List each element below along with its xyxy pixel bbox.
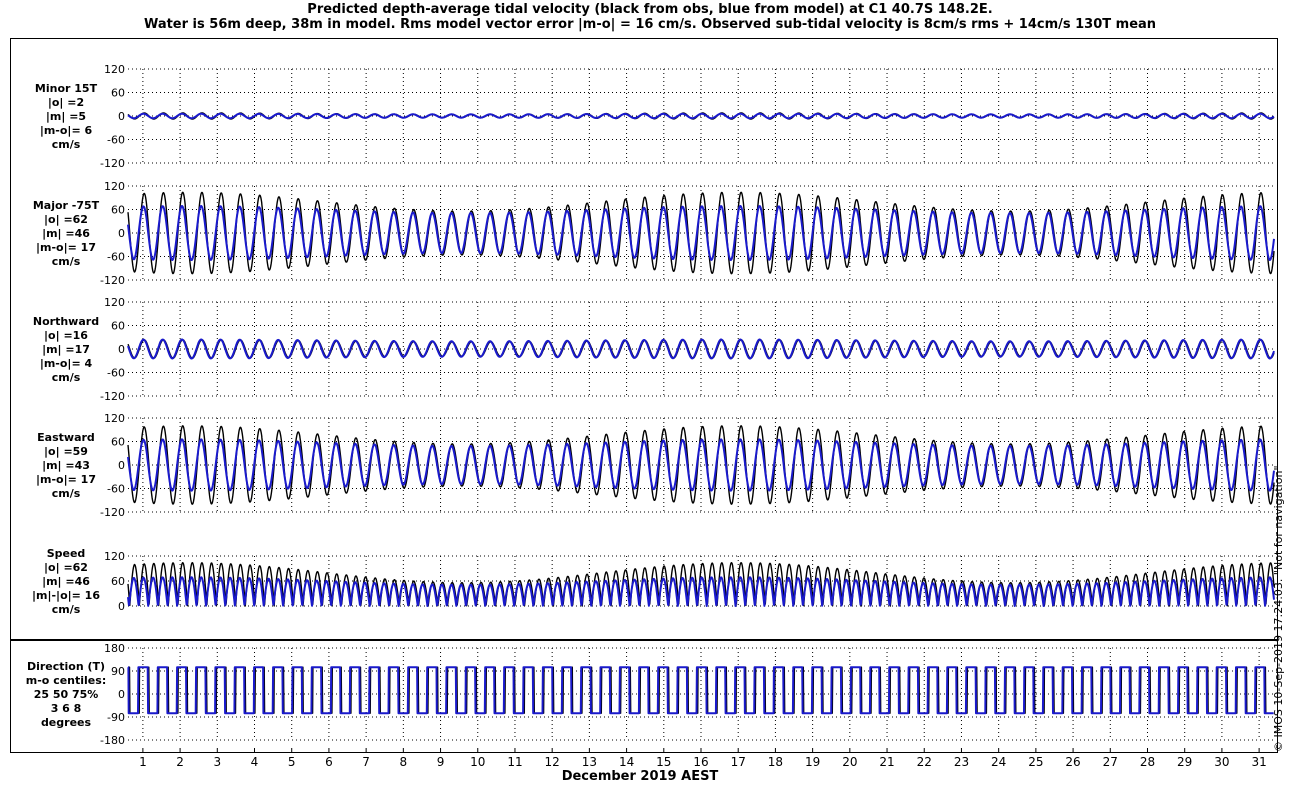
x-tick-label: 13	[582, 755, 597, 769]
x-tick-label: 10	[470, 755, 485, 769]
x-tick-label: 18	[768, 755, 783, 769]
x-tick-label: 12	[545, 755, 560, 769]
x-tick-label: 20	[842, 755, 857, 769]
x-tick-label: 16	[693, 755, 708, 769]
x-tick-label: 1	[139, 755, 147, 769]
x-tick-label: 11	[507, 755, 522, 769]
x-tick-label: 14	[619, 755, 634, 769]
x-tick-label: 30	[1214, 755, 1229, 769]
x-tick-label: 17	[731, 755, 746, 769]
x-tick-label: 27	[1103, 755, 1118, 769]
x-tick-label: 26	[1065, 755, 1080, 769]
x-tick-label: 9	[437, 755, 445, 769]
x-tick-label: 5	[288, 755, 296, 769]
x-tick-label: 29	[1177, 755, 1192, 769]
x-tick-label: 2	[176, 755, 184, 769]
copyright-note: © IMOS 10-Sep-2019 17:24:03. "Not for na…	[1272, 465, 1285, 752]
x-tick-label: 7	[362, 755, 370, 769]
x-tick-label: 21	[879, 755, 894, 769]
direction-panel-frame	[10, 640, 1278, 753]
x-tick-label: 25	[1028, 755, 1043, 769]
x-tick-label: 6	[325, 755, 333, 769]
upper-panels-frame	[10, 38, 1278, 640]
x-tick-label: 19	[805, 755, 820, 769]
x-tick-label: 3	[213, 755, 221, 769]
x-tick-label: 31	[1251, 755, 1266, 769]
x-tick-label: 28	[1140, 755, 1155, 769]
x-axis-label: December 2019 AEST	[561, 769, 719, 784]
copyright-note-container: © IMOS 10-Sep-2019 17:24:03. "Not for na…	[1268, 300, 1288, 780]
x-tick-label: 22	[917, 755, 932, 769]
x-tick-label: 8	[400, 755, 408, 769]
x-tick-label: 23	[954, 755, 969, 769]
x-tick-label: 4	[251, 755, 259, 769]
x-tick-label: 24	[991, 755, 1006, 769]
x-tick-label: 15	[656, 755, 671, 769]
